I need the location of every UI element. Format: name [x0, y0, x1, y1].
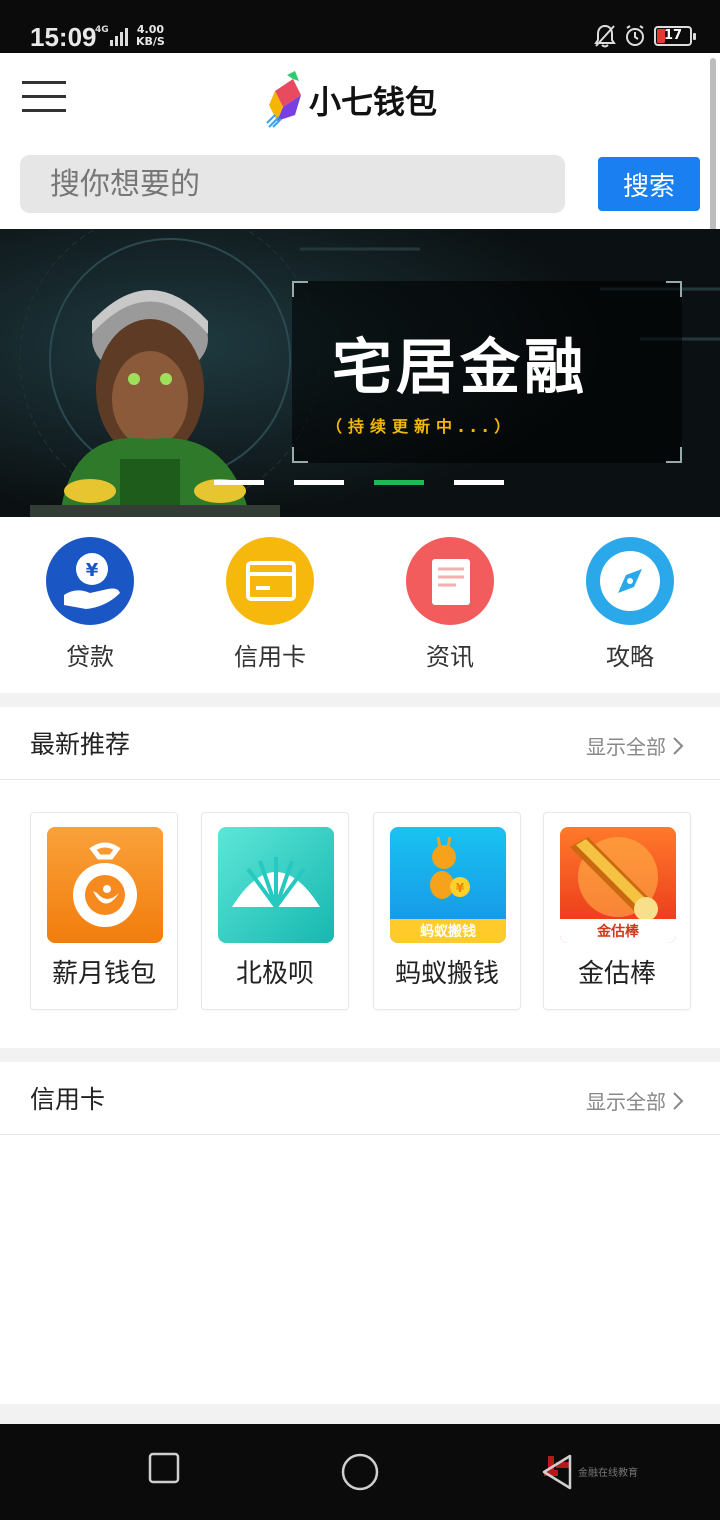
- credit-header: 信用卡 显示全部: [0, 1062, 720, 1135]
- category-credit-card[interactable]: 信用卡: [210, 537, 330, 672]
- chevron-right-icon: [673, 1091, 684, 1110]
- ant-icon: ¥ 蚂蚁搬钱: [390, 827, 506, 943]
- category-label: 贷款: [66, 643, 114, 671]
- app-icon-caption: 金估棒: [597, 924, 639, 940]
- banner-title: 宅居金融: [332, 333, 588, 403]
- section-divider: [0, 1404, 720, 1424]
- app-card-xinyue[interactable]: 薪月钱包: [30, 812, 178, 1010]
- logo-mark-icon: [266, 71, 301, 128]
- carousel-indicator: [214, 480, 504, 485]
- recent-apps-icon[interactable]: [148, 1452, 180, 1484]
- category-grid: ¥ 贷款 信用卡 资讯 攻略: [0, 517, 720, 693]
- category-loan[interactable]: ¥ 贷款: [30, 537, 150, 672]
- carousel-dot[interactable]: [294, 480, 344, 485]
- signal-icon: [110, 28, 128, 46]
- app-card-beiji[interactable]: 北极呗: [201, 812, 349, 1010]
- category-label: 信用卡: [234, 643, 306, 671]
- app-logo: 小七钱包: [265, 71, 437, 129]
- category-news[interactable]: 资讯: [390, 537, 510, 672]
- credit-list: [0, 1136, 720, 1404]
- recommend-title: 最新推荐: [30, 730, 131, 759]
- show-all-label: 显示全部: [586, 735, 666, 759]
- svg-text:¥: ¥: [86, 560, 99, 581]
- section-divider: [0, 693, 720, 707]
- banner-subtitle: （持续更新中...）: [326, 417, 517, 436]
- credit-show-all-link[interactable]: 显示全部: [586, 1086, 684, 1115]
- credit-title: 信用卡: [30, 1085, 106, 1114]
- banner-frame: 宅居金融 （持续更新中...）: [292, 281, 682, 463]
- battery-level: 17: [663, 28, 683, 43]
- gold-stick-icon: 金估棒: [560, 827, 676, 943]
- bell-muted-icon: [594, 24, 616, 48]
- credit-card-icon: [226, 537, 314, 625]
- alarm-icon: [626, 25, 644, 46]
- battery-icon: 17: [654, 26, 696, 46]
- carousel-dot[interactable]: [214, 480, 264, 485]
- chevron-right-icon: [673, 736, 684, 755]
- recommend-header: 最新推荐 显示全部: [0, 707, 720, 780]
- app-card-jingubang[interactable]: 金估棒 金估棒: [543, 812, 691, 1010]
- app-name: 薪月钱包: [51, 959, 156, 989]
- recommend-list: 薪月钱包 北极呗 ¥ 蚂蚁搬钱 蚂蚁搬钱 金估棒 金估棒: [0, 780, 720, 1048]
- promo-banner[interactable]: 宅居金融 （持续更新中...）: [0, 229, 720, 517]
- carousel-dot[interactable]: [454, 480, 504, 485]
- compass-icon: [586, 537, 674, 625]
- section-divider: [0, 1048, 720, 1062]
- show-all-label: 显示全部: [586, 1090, 666, 1114]
- app-icon-caption: 蚂蚁搬钱: [420, 924, 476, 940]
- svg-text:¥: ¥: [456, 881, 465, 895]
- system-nav-bar: 金融在线教育: [0, 1424, 720, 1520]
- network-speed: 4.00 KB/S: [136, 24, 165, 48]
- app-name: 小七钱包: [309, 83, 438, 121]
- app-name: 金估棒: [577, 959, 656, 989]
- home-icon[interactable]: [340, 1452, 380, 1492]
- app-header: 小七钱包: [0, 53, 720, 143]
- search-button[interactable]: 搜索: [598, 157, 700, 211]
- watermark-text: 金融在线教育: [578, 1467, 638, 1479]
- search-bar: 搜索: [0, 143, 720, 229]
- app-name: 蚂蚁搬钱: [394, 959, 499, 989]
- speed-unit: KB/S: [136, 35, 165, 48]
- category-label: 攻略: [606, 643, 654, 671]
- loan-icon: ¥: [46, 537, 134, 625]
- status-bar: 15:09 4G 4.00 KB/S 17: [0, 0, 720, 53]
- news-icon: [406, 537, 494, 625]
- network-type: 4G: [95, 25, 109, 35]
- app-card-mayi[interactable]: ¥ 蚂蚁搬钱 蚂蚁搬钱: [373, 812, 521, 1010]
- category-guide[interactable]: 攻略: [570, 537, 690, 672]
- moon-wallet-icon: [47, 827, 163, 943]
- category-label: 资讯: [426, 643, 474, 671]
- status-time: 15:09: [30, 22, 97, 52]
- search-input[interactable]: [20, 155, 565, 213]
- shell-icon: [218, 827, 334, 943]
- app-name: 北极呗: [235, 959, 314, 989]
- carousel-dot-active[interactable]: [374, 480, 424, 485]
- back-icon[interactable]: [540, 1452, 574, 1492]
- hamburger-menu-icon[interactable]: [22, 81, 66, 115]
- recommend-show-all-link[interactable]: 显示全部: [586, 731, 684, 760]
